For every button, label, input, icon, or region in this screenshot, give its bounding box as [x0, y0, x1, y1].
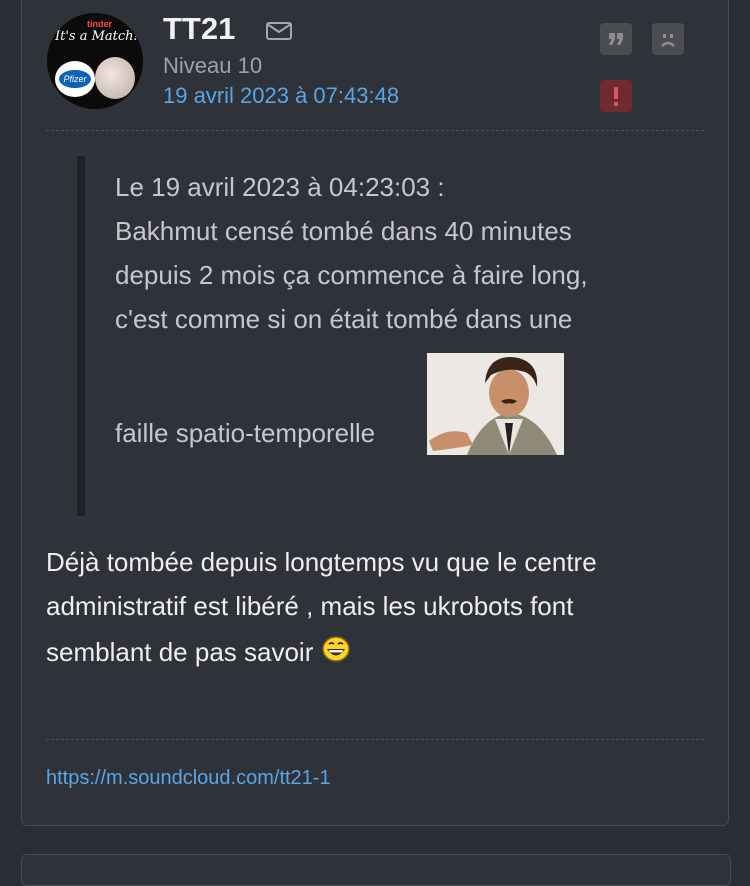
sad-face-icon	[661, 34, 675, 47]
post-text-line: Déjà tombée depuis longtemps vu que le c…	[46, 547, 597, 577]
post-text-segment: semblant de pas savoir	[46, 637, 314, 667]
user-level: Niveau 10	[163, 53, 263, 78]
avatar[interactable]: tinder It's a Match! Pfizer	[47, 13, 143, 109]
post-date[interactable]: 19 avril 2023 à 07:43:48	[163, 83, 399, 109]
post-text-line: administratif est libéré , mais les ukro…	[46, 591, 574, 621]
sad-reaction-button[interactable]	[652, 23, 684, 55]
next-post-card	[21, 854, 731, 886]
avatar-match-text: It's a Match!	[55, 29, 139, 44]
quote-icon	[609, 33, 623, 45]
separator	[46, 739, 704, 740]
avatar-photo	[95, 57, 135, 99]
report-button[interactable]	[600, 80, 632, 112]
pfizer-logo: Pfizer	[55, 61, 95, 97]
exclamation-icon	[614, 87, 618, 106]
username[interactable]: TT21	[163, 11, 235, 47]
avatar-brand-text: tinder	[87, 19, 113, 29]
quote-line: c'est comme si on était tombé dans une	[115, 304, 573, 334]
quote-header: Le 19 avril 2023 à 04:23:03 :	[115, 172, 445, 202]
quote-line: faille spatio-temporelle	[115, 418, 376, 448]
sticker-image[interactable]	[427, 353, 564, 455]
quote-line: Bakhmut censé tombé dans 40 minutes	[115, 216, 572, 246]
separator	[46, 130, 704, 131]
envelope-icon[interactable]	[265, 20, 293, 42]
signature-link[interactable]: https://m.soundcloud.com/tt21-1	[46, 767, 331, 790]
quote-button[interactable]	[600, 23, 632, 55]
quote-line: depuis 2 mois ça commence à faire long,	[115, 260, 588, 290]
laughing-emoji-icon	[321, 636, 350, 662]
quote-block: Le 19 avril 2023 à 04:23:03 : Bakhmut ce…	[77, 156, 685, 516]
forum-post: tinder It's a Match! Pfizer TT21 Niveau …	[21, 0, 729, 826]
post-text-line: semblant de pas savoir	[46, 635, 351, 668]
pfizer-logo-text: Pfizer	[59, 70, 91, 88]
